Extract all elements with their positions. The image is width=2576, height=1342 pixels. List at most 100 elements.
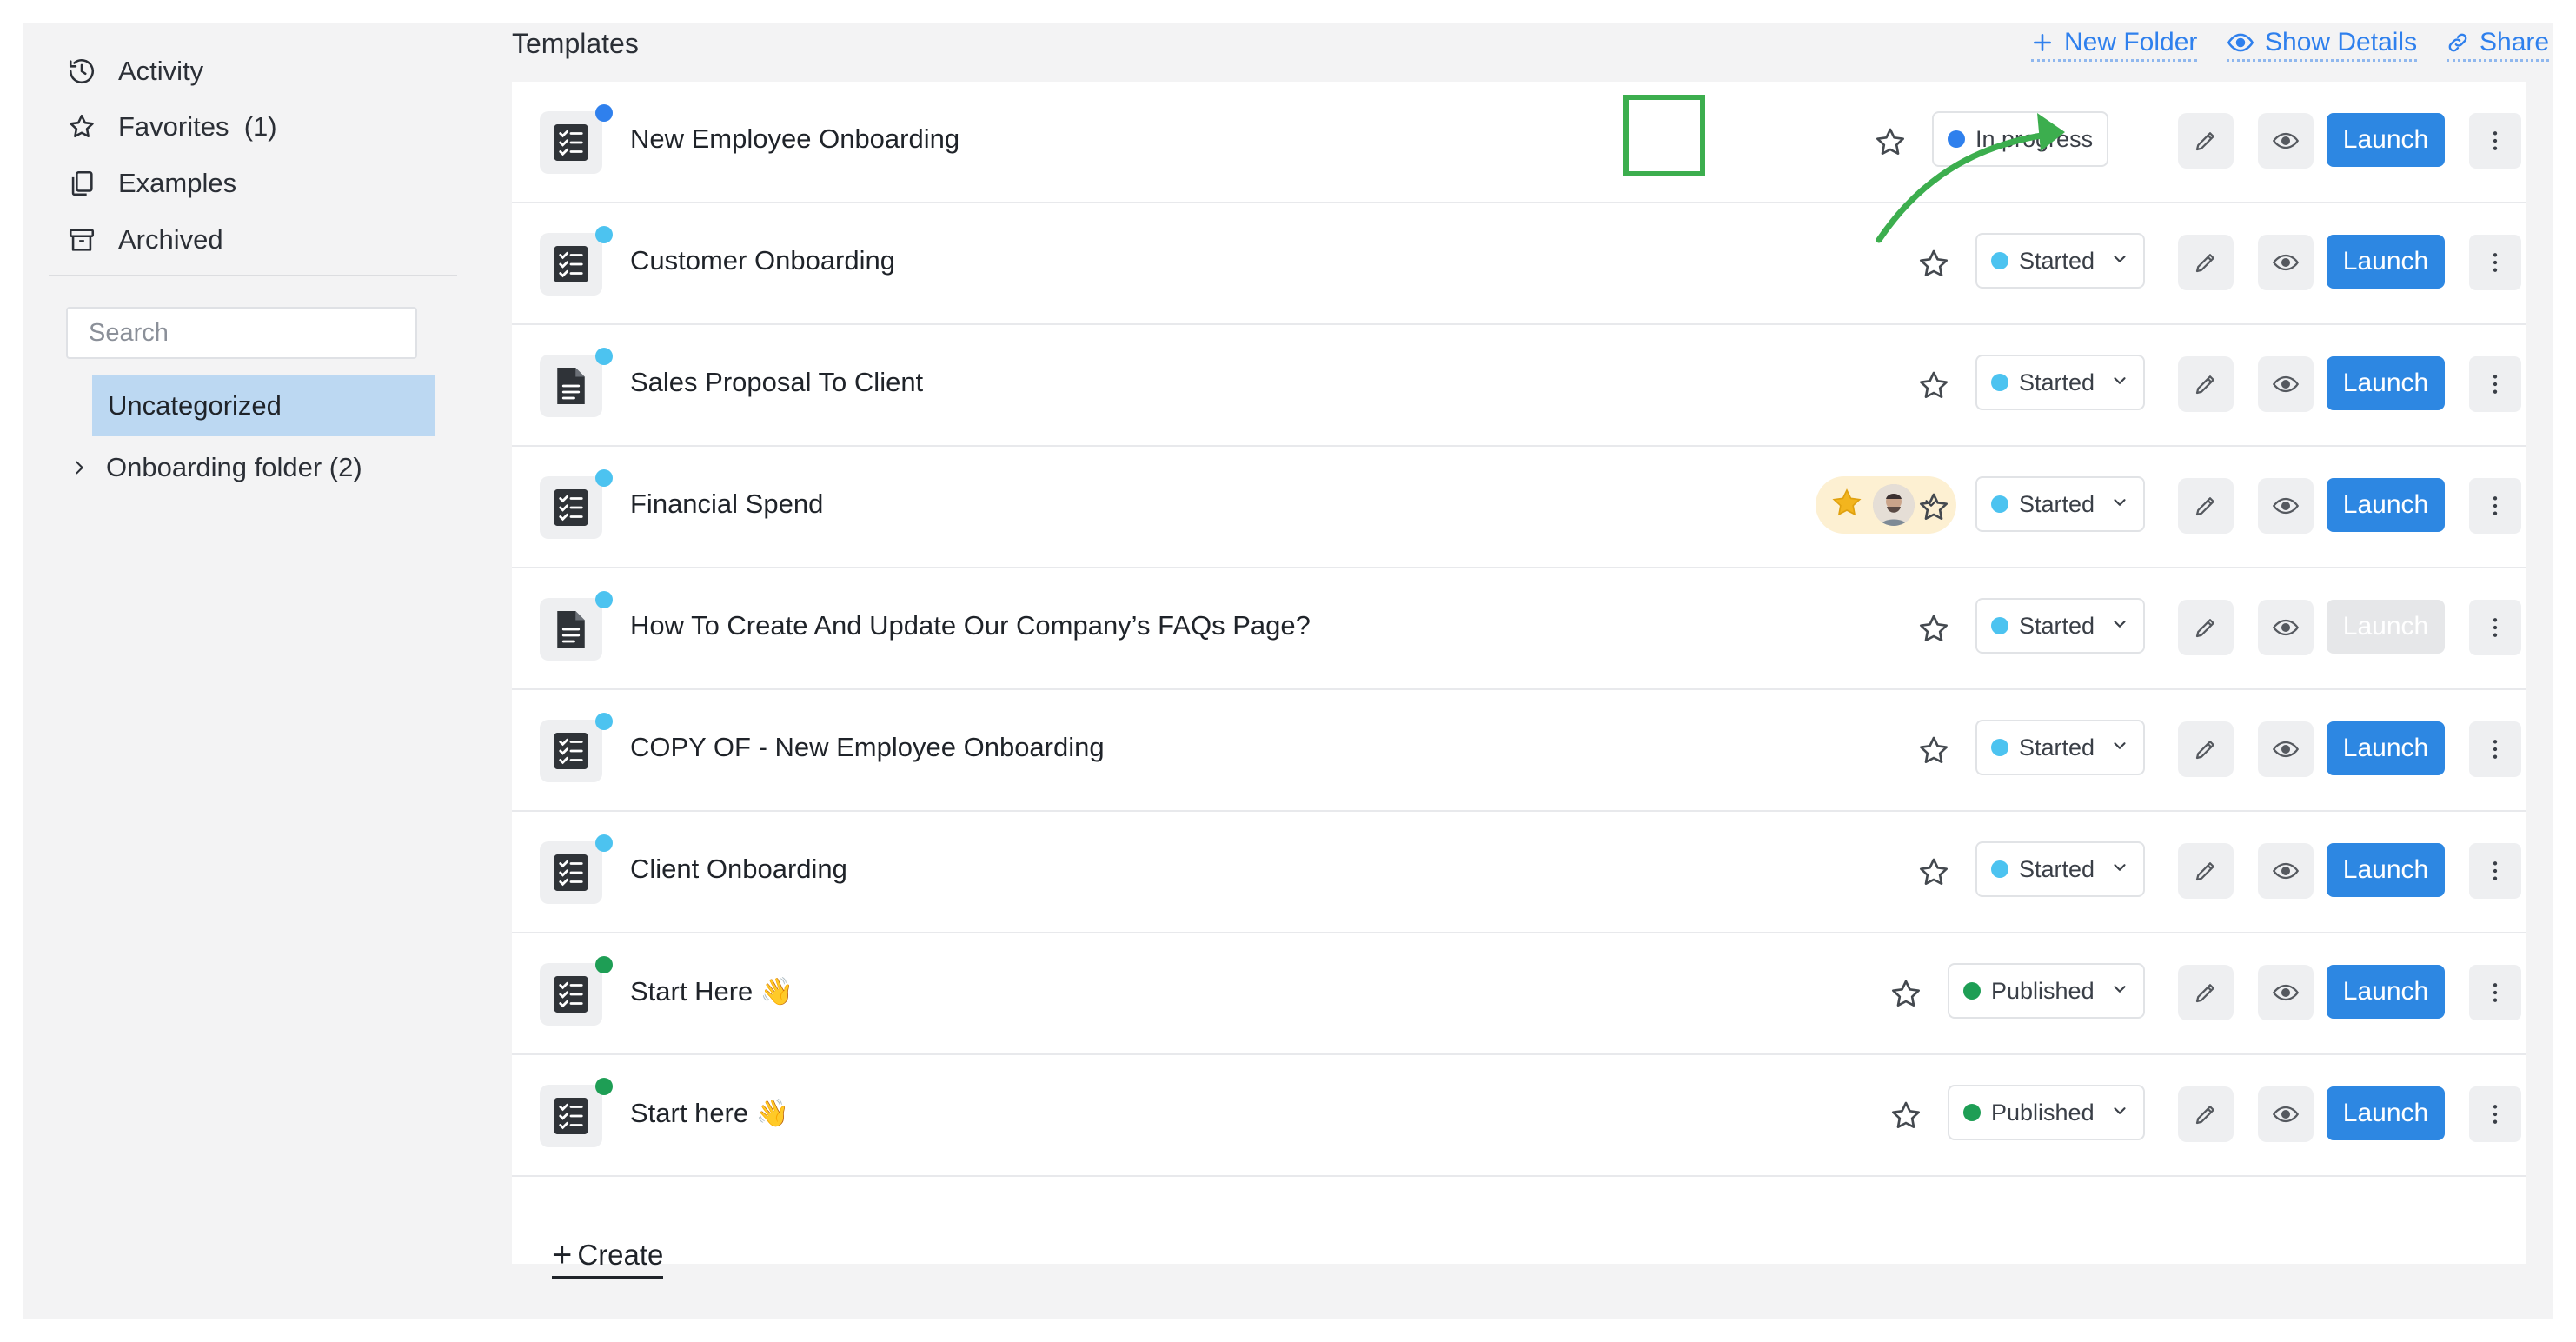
template-title[interactable]: Start here 👋	[630, 1097, 789, 1129]
view-eye-icon[interactable]	[2258, 235, 2314, 290]
nav-activity[interactable]: Activity	[64, 47, 203, 96]
launch-button[interactable]: Launch	[2327, 1086, 2445, 1140]
nav-examples[interactable]: Examples	[64, 159, 236, 208]
edit-pencil-icon[interactable]	[2178, 478, 2234, 534]
status-dot	[1991, 252, 2008, 269]
edit-pencil-icon[interactable]	[2178, 600, 2234, 655]
more-options-icon[interactable]	[2469, 721, 2521, 777]
status-dropdown[interactable]: In progress	[1932, 111, 2109, 167]
status-dropdown[interactable]: Started	[1975, 841, 2146, 897]
template-row[interactable]: How To Create And Update Our Company’s F…	[512, 568, 2526, 690]
edit-pencil-icon[interactable]	[2178, 721, 2234, 777]
view-eye-icon[interactable]	[2258, 356, 2314, 412]
view-eye-icon[interactable]	[2258, 1086, 2314, 1142]
nav-favorites[interactable]: Favorites (1)	[64, 103, 277, 151]
create-label: Create	[577, 1239, 664, 1271]
launch-button[interactable]: Launch	[2327, 600, 2445, 654]
folder-onboarding[interactable]: Onboarding folder (2)	[64, 443, 362, 492]
status-indicator-dot	[595, 591, 613, 608]
favorite-star-icon[interactable]	[1913, 487, 1955, 528]
more-options-icon[interactable]	[2469, 600, 2521, 655]
status-label: Published	[1991, 1099, 2095, 1126]
template-row[interactable]: Sales Proposal To Client Started Launch	[512, 325, 2526, 447]
template-row[interactable]: Start Here 👋 Published Launch	[512, 933, 2526, 1055]
status-dropdown[interactable]: Started	[1975, 720, 2146, 775]
more-options-icon[interactable]	[2469, 235, 2521, 290]
launch-button[interactable]: Launch	[2327, 965, 2445, 1019]
status-dropdown[interactable]: Started	[1975, 233, 2146, 289]
status-dropdown[interactable]: Started	[1975, 355, 2146, 410]
template-row[interactable]: Customer Onboarding Started Launch	[512, 203, 2526, 325]
favorite-star-icon[interactable]	[1913, 608, 1955, 650]
view-eye-icon[interactable]	[2258, 478, 2314, 534]
view-eye-icon[interactable]	[2258, 113, 2314, 169]
template-title[interactable]: New Employee Onboarding	[630, 123, 959, 155]
more-options-icon[interactable]	[2469, 1086, 2521, 1142]
more-options-icon[interactable]	[2469, 965, 2521, 1020]
more-options-icon[interactable]	[2469, 478, 2521, 534]
status-label: Started	[2019, 734, 2095, 761]
favorite-star-icon[interactable]	[1885, 973, 1927, 1015]
status-indicator-dot	[595, 469, 613, 487]
launch-button[interactable]: Launch	[2327, 356, 2445, 410]
archive-icon	[64, 223, 99, 257]
plus-icon	[2034, 34, 2051, 51]
template-title[interactable]: Start Here 👋	[630, 975, 793, 1007]
new-folder-link[interactable]: New Folder	[2031, 28, 2198, 62]
favorite-star-icon[interactable]	[1869, 122, 1911, 163]
status-dropdown[interactable]: Started	[1975, 476, 2146, 532]
view-eye-icon[interactable]	[2258, 965, 2314, 1020]
favorite-star-icon[interactable]	[1913, 730, 1955, 772]
launch-button[interactable]: Launch	[2327, 478, 2445, 532]
template-title[interactable]: Customer Onboarding	[630, 245, 895, 276]
edit-pencil-icon[interactable]	[2178, 843, 2234, 899]
template-row[interactable]: Financial Spend Started Launch	[512, 447, 2526, 568]
link-icon	[2448, 33, 2467, 52]
share-link[interactable]: Share	[2447, 28, 2550, 62]
plus-icon: +	[552, 1236, 573, 1274]
more-options-icon[interactable]	[2469, 356, 2521, 412]
template-row[interactable]: New Employee Onboarding In progress Launch	[512, 82, 2526, 203]
edit-pencil-icon[interactable]	[2178, 965, 2234, 1020]
status-indicator-dot	[595, 104, 613, 122]
edit-pencil-icon[interactable]	[2178, 1086, 2234, 1142]
status-dropdown[interactable]: Published	[1948, 1085, 2145, 1140]
status-dot	[1991, 374, 2008, 391]
status-dropdown[interactable]: Started	[1975, 598, 2146, 654]
template-title[interactable]: Sales Proposal To Client	[630, 367, 923, 398]
edit-pencil-icon[interactable]	[2178, 235, 2234, 290]
template-row[interactable]: Start here 👋 Published Launch	[512, 1055, 2526, 1177]
show-details-link[interactable]: Show Details	[2227, 28, 2418, 62]
edit-pencil-icon[interactable]	[2178, 113, 2234, 169]
favorite-star-icon[interactable]	[1913, 852, 1955, 894]
launch-button[interactable]: Launch	[2327, 113, 2445, 167]
launch-button[interactable]: Launch	[2327, 235, 2445, 289]
more-options-icon[interactable]	[2469, 113, 2521, 169]
edit-pencil-icon[interactable]	[2178, 356, 2234, 412]
favorite-star-icon[interactable]	[1913, 365, 1955, 407]
favorite-star-icon[interactable]	[1885, 1095, 1927, 1137]
chevron-right-icon[interactable]	[64, 453, 94, 482]
search-input[interactable]	[66, 307, 417, 359]
view-eye-icon[interactable]	[2258, 843, 2314, 899]
nav-archived[interactable]: Archived	[64, 216, 223, 264]
view-eye-icon[interactable]	[2258, 600, 2314, 655]
template-row[interactable]: Client Onboarding Started Launch	[512, 812, 2526, 933]
template-title[interactable]: Financial Spend	[630, 488, 823, 520]
folder-label: Uncategorized	[108, 390, 282, 421]
more-options-icon[interactable]	[2469, 843, 2521, 899]
template-title[interactable]: COPY OF - New Employee Onboarding	[630, 732, 1105, 763]
template-title[interactable]: Client Onboarding	[630, 854, 847, 885]
template-row[interactable]: COPY OF - New Employee Onboarding Started…	[512, 690, 2526, 812]
launch-button[interactable]: Launch	[2327, 843, 2445, 897]
avatar	[1873, 484, 1915, 526]
view-eye-icon[interactable]	[2258, 721, 2314, 777]
status-dot	[1963, 982, 1981, 1000]
create-button[interactable]: + Create	[552, 1236, 664, 1279]
folder-uncategorized[interactable]: Uncategorized	[92, 375, 435, 436]
launch-button[interactable]: Launch	[2327, 721, 2445, 775]
star-outline-icon	[64, 110, 99, 144]
favorite-star-icon[interactable]	[1913, 243, 1955, 285]
status-dropdown[interactable]: Published	[1948, 963, 2145, 1019]
template-title[interactable]: How To Create And Update Our Company’s F…	[630, 610, 1311, 641]
